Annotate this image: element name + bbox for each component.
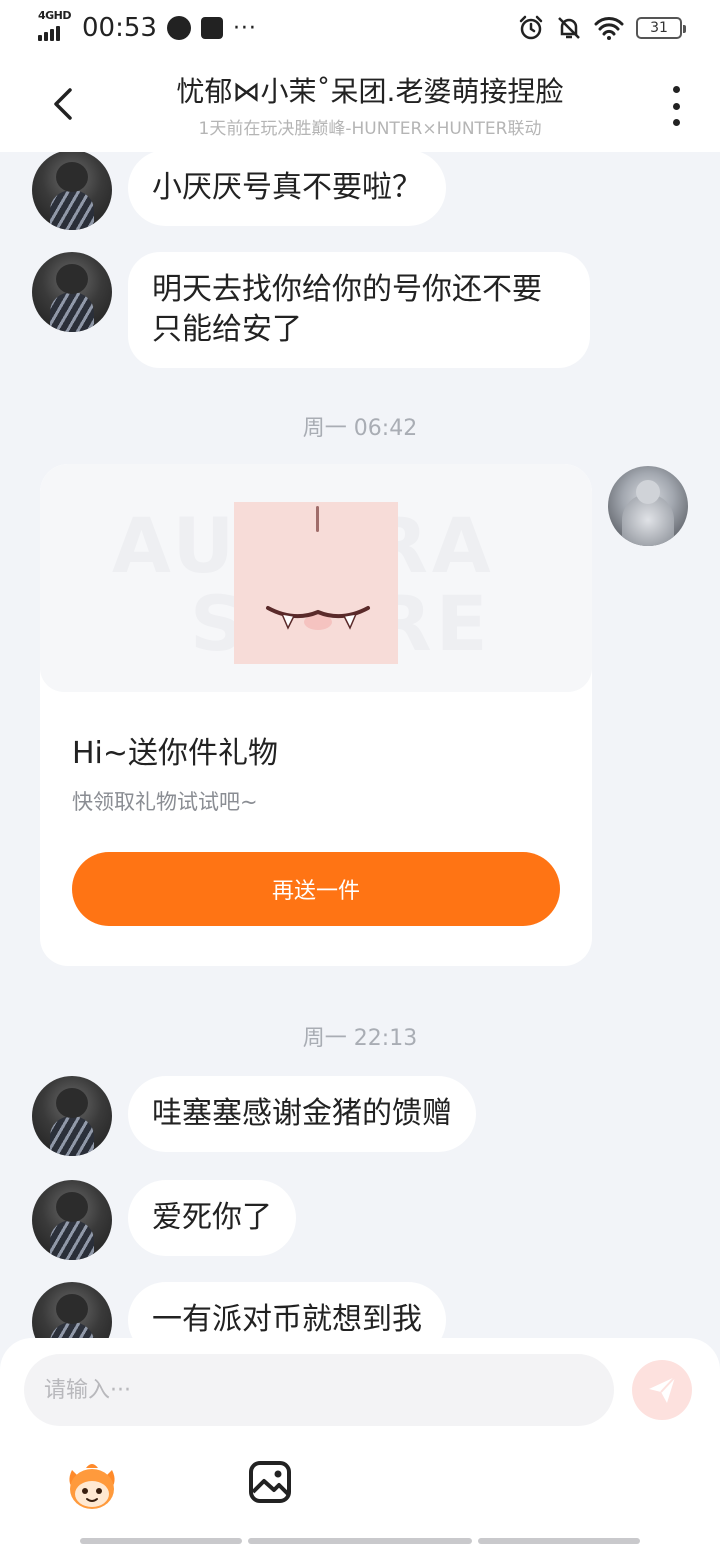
battery-indicator: 31 — [636, 17, 686, 39]
clock: 00:53 — [82, 13, 157, 43]
message-bubble[interactable]: 一有派对币就想到我 — [128, 1282, 446, 1338]
chat-header: 忧郁⋈小茉˚呆团.老婆萌接捏脸 1天前在玩决胜巅峰-HUNTER×HUNTER联… — [0, 56, 720, 152]
chat-messages[interactable]: 小厌厌号真不要啦？ 明天去找你给你的号你还不要只能给安了 周一 06:42 AU… — [0, 152, 720, 1338]
avatar[interactable] — [32, 1282, 112, 1338]
chat-subtitle: 1天前在玩决胜巅峰-HUNTER×HUNTER联动 — [198, 119, 542, 139]
message-row: 明天去找你给你的号你还不要只能给安了 — [32, 252, 590, 368]
message-composer — [0, 1338, 720, 1544]
nav-indicator — [248, 1538, 472, 1544]
message-bubble[interactable]: 小厌厌号真不要啦？ — [128, 152, 446, 226]
message-bubble[interactable]: 明天去找你给你的号你还不要只能给安了 — [128, 252, 590, 368]
message-row: 小厌厌号真不要啦？ — [32, 152, 446, 230]
timestamp: 周一 22:13 — [302, 1026, 418, 1051]
mascot-icon[interactable] — [62, 1456, 122, 1516]
nav-indicator — [80, 1538, 242, 1544]
avatar[interactable] — [32, 1076, 112, 1156]
send-icon — [649, 1376, 676, 1403]
send-button[interactable] — [632, 1360, 692, 1420]
message-row: 一有派对币就想到我 — [32, 1282, 446, 1338]
header-titles[interactable]: 忧郁⋈小茉˚呆团.老婆萌接捏脸 1天前在玩决胜巅峰-HUNTER×HUNTER联… — [150, 70, 590, 139]
chat-title: 忧郁⋈小茉˚呆团.老婆萌接捏脸 — [176, 75, 564, 108]
message-row: 爱死你了 — [32, 1180, 296, 1260]
more-notifications: ··· — [232, 15, 257, 41]
gift-card[interactable]: AURORA STORE Hi~送你件礼物 快领取礼物试试吧~ 再送一件 — [40, 464, 592, 966]
timestamp: 周一 06:42 — [302, 416, 418, 441]
status-right: 31 — [518, 15, 686, 41]
nav-indicator — [478, 1538, 640, 1544]
avatar[interactable] — [32, 1180, 112, 1260]
message-bubble[interactable]: 爱死你了 — [128, 1180, 296, 1256]
image-icon[interactable] — [246, 1458, 294, 1506]
wifi-icon — [594, 17, 624, 40]
gift-description: 快领取礼物试试吧~ — [72, 790, 258, 814]
gift-title: Hi~送你件礼物 — [72, 736, 279, 771]
avatar[interactable] — [32, 152, 112, 230]
message-bubble[interactable]: 哇塞塞感谢金猪的馈赠 — [128, 1076, 476, 1152]
status-left: 4GHD 00:53 ··· — [38, 9, 257, 43]
avatar[interactable] — [32, 252, 112, 332]
mouth-illustration — [266, 606, 370, 630]
send-again-button[interactable]: 再送一件 — [72, 852, 560, 926]
my-avatar[interactable] — [608, 466, 688, 546]
message-row: 哇塞塞感谢金猪的馈赠 — [32, 1076, 476, 1156]
gift-banner: AURORA STORE — [40, 464, 592, 692]
signal-icon: 4GHD — [38, 9, 72, 43]
music-icon — [166, 16, 191, 40]
card-icon — [200, 17, 223, 39]
gift-image — [234, 502, 398, 664]
alarm-icon — [519, 15, 543, 40]
mute-icon — [558, 17, 580, 39]
more-vertical-icon[interactable] — [668, 86, 684, 126]
status-bar: 4GHD 00:53 ··· 31 — [0, 0, 720, 56]
back-arrow-icon[interactable] — [44, 84, 84, 124]
network-type: 4GHD — [38, 9, 72, 22]
message-input[interactable] — [24, 1354, 614, 1426]
